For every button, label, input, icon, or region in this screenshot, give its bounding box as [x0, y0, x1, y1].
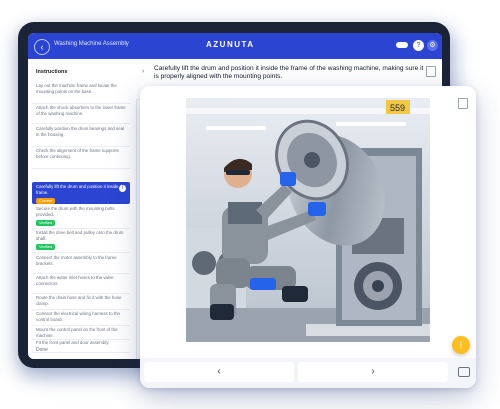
sidebar-footer: Done: [36, 347, 48, 353]
steps-sidebar: Instructions Lay out the machine frame a…: [28, 59, 137, 359]
step-item[interactable]: Carefully position the drum bearings and…: [32, 126, 130, 147]
step-text: Install the drive belt and pulley onto t…: [36, 230, 124, 241]
assembly-photo: 559: [186, 98, 430, 342]
status-badge: Verified: [36, 220, 56, 226]
sidebar-title: Instructions: [36, 69, 68, 75]
step-item[interactable]: Attach the shock absorbers to the lower …: [32, 105, 130, 124]
status-badge: Verified: [36, 244, 56, 250]
step-text: Fit the front panel and door assembly.: [36, 340, 110, 345]
step-text: Route the drain hose and fix it with the…: [36, 295, 122, 306]
step-item[interactable]: Attach the water inlet hoses to the valv…: [32, 275, 130, 294]
step-item[interactable]: Connect the motor assembly to the frame …: [32, 255, 130, 274]
info-icon: i: [119, 185, 126, 192]
step-item[interactable]: Install the drive belt and pulley onto t…: [32, 230, 130, 253]
step-item[interactable]: Route the drain hose and fix it with the…: [32, 295, 130, 310]
copy-icon[interactable]: [458, 98, 468, 109]
top-bar: ‹ Washing Machine Assembly AZUNUTA ? ⚙: [28, 33, 442, 59]
media-card: 559 ! ‹ ›: [140, 86, 476, 388]
step-item-active[interactable]: Carefully lift the drum and position it …: [32, 182, 130, 204]
step-item[interactable]: Connect the electrical wiring harness to…: [32, 311, 130, 326]
step-text: Mount the control panel on the front of …: [36, 327, 118, 338]
next-step-button[interactable]: ›: [298, 362, 448, 382]
copy-icon[interactable]: [426, 66, 436, 77]
step-item[interactable]: Secure the drum with the mounting bolts …: [32, 206, 130, 229]
back-button[interactable]: ‹: [34, 39, 50, 55]
chat-icon[interactable]: [458, 367, 470, 377]
step-text: Connect the motor assembly to the frame …: [36, 255, 117, 266]
help-fab-button[interactable]: !: [452, 336, 470, 354]
status-badge: Current: [36, 198, 56, 204]
media-area: 559 !: [140, 86, 476, 354]
step-item[interactable]: Lay out the machine frame and locate the…: [32, 83, 130, 104]
step-navigation: ‹ ›: [140, 358, 476, 388]
step-text: Attach the water inlet hoses to the valv…: [36, 275, 114, 286]
step-text: Attach the shock absorbers to the lower …: [36, 105, 126, 116]
step-text: Connect the electrical wiring harness to…: [36, 311, 120, 322]
step-text: Carefully position the drum bearings and…: [36, 126, 125, 137]
settings-icon[interactable]: ⚙: [427, 40, 438, 51]
step-text: Check the alignment of the frame support…: [36, 148, 119, 159]
svg-text:559: 559: [390, 103, 405, 113]
step-text: Secure the drum with the mounting bolts …: [36, 206, 115, 217]
step-item[interactable]: Mount the control panel on the front of …: [32, 327, 130, 340]
factory-worker-illustration: 559: [186, 98, 430, 342]
chevron-right-icon[interactable]: ›: [142, 68, 150, 76]
theme-toggle[interactable]: [396, 42, 408, 48]
help-icon[interactable]: ?: [413, 40, 424, 51]
step-text: Lay out the machine frame and locate the…: [36, 83, 117, 94]
app-logo: AZUNUTA: [206, 40, 255, 49]
step-text: Carefully lift the drum and position it …: [36, 184, 126, 195]
previous-step-button[interactable]: ‹: [144, 362, 294, 382]
step-item[interactable]: Check the alignment of the frame support…: [32, 148, 130, 169]
course-title: Washing Machine Assembly: [54, 41, 129, 47]
instruction-text: Carefully lift the drum and position it …: [154, 65, 424, 81]
